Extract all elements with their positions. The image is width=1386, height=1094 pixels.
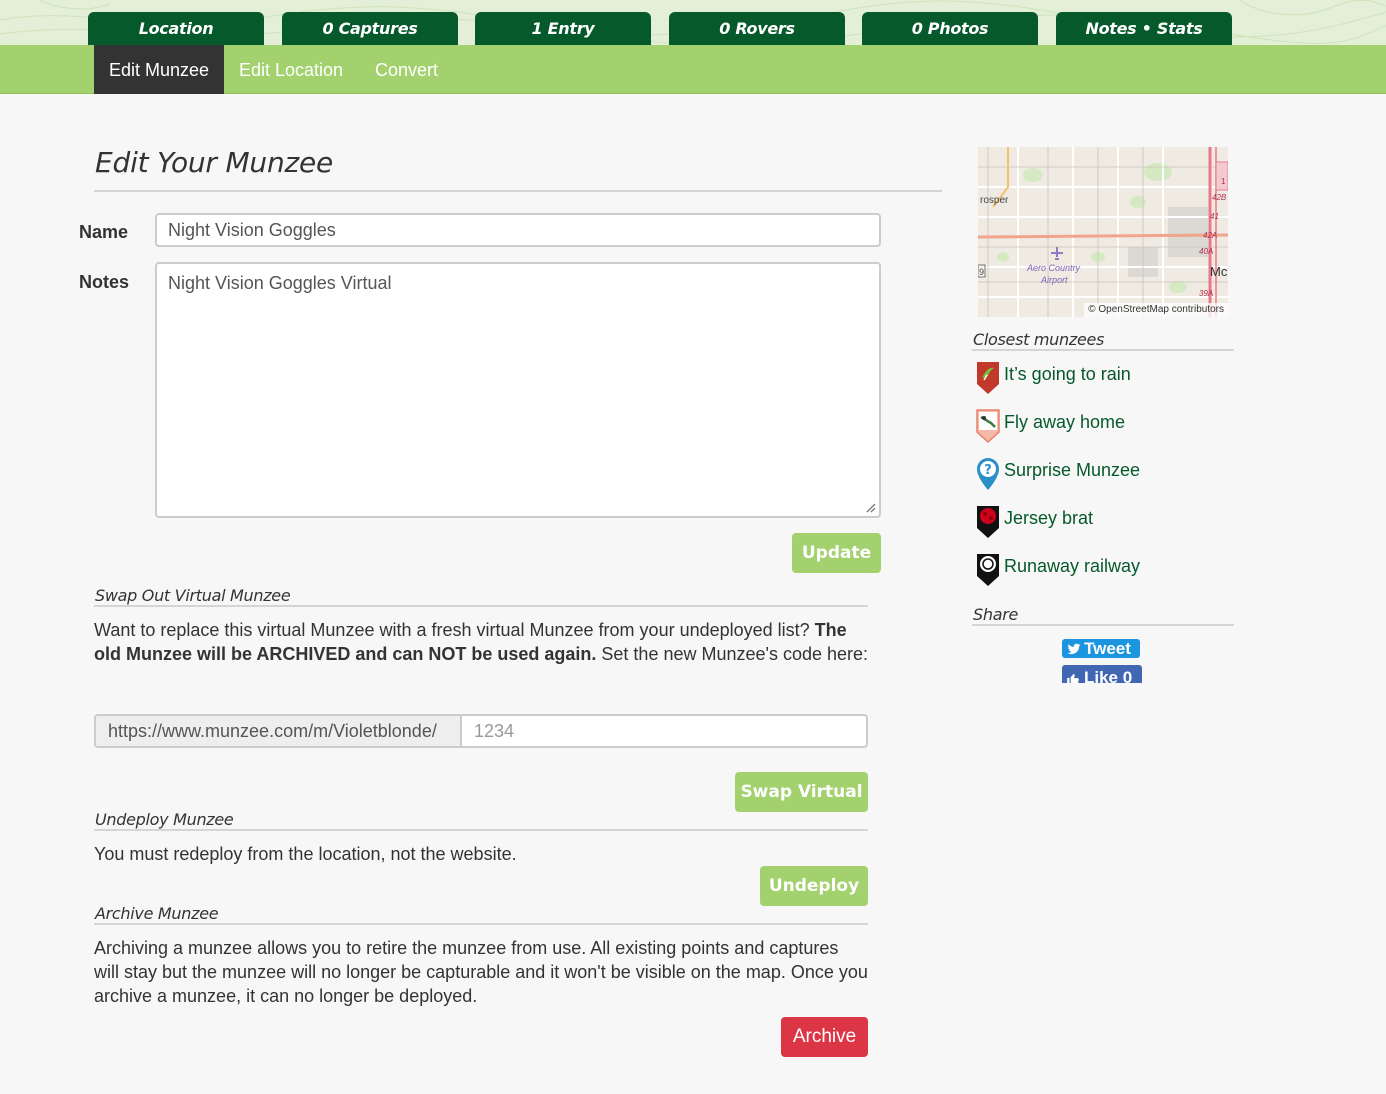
share-divider [972,624,1234,626]
update-button[interactable]: Update [792,533,881,573]
location-map[interactable]: rosper Aero Country Airport Mc 9 42B 41 … [978,147,1228,317]
closest-munzee-item[interactable]: Jersey brat [976,505,1236,539]
munzee-code-input[interactable]: 1234 [460,714,868,748]
swap-description: Want to replace this virtual Munzee with… [94,618,868,666]
surprise-munzee-icon: ? [977,458,999,490]
closest-divider [972,349,1234,351]
share-title: Share [973,605,1019,624]
undeploy-divider [94,829,868,831]
archive-button[interactable]: Archive [781,1017,868,1057]
tab-location[interactable]: Location [88,12,264,45]
archive-divider [94,923,868,925]
closest-munzee-item[interactable]: Runaway railway [976,553,1236,587]
map-label-42a: 42A [1203,231,1218,240]
undeploy-description: You must redeploy from the location, not… [94,844,517,864]
undeploy-button[interactable]: Undeploy [760,866,868,906]
railway-munzee-icon [977,554,999,586]
notes-label: Notes [79,272,130,292]
map-tiles [978,147,1228,317]
name-label: Name [79,222,129,242]
map-attribution[interactable]: © OpenStreetMap contributors [1084,303,1228,317]
munzee-name: Runaway railway [1004,556,1141,576]
tweet-button[interactable]: Tweet [1062,639,1140,658]
tab-captures[interactable]: 0 Captures [282,12,458,45]
tab-photos[interactable]: 0 Photos [862,12,1038,45]
munzee-name: Fly away home [1004,412,1126,432]
name-input[interactable]: Night Vision Goggles [155,213,881,247]
notes-text: Night Vision Goggles Virtual [168,273,392,293]
munzee-name: Jersey brat [1004,508,1094,528]
tweet-label: Tweet [1084,639,1131,658]
subnav-edit-location[interactable]: Edit Location [224,45,358,94]
swap-text-1: Want to replace this virtual Munzee with… [94,620,815,640]
archive-description: Archiving a munzee allows you to retire … [94,938,868,1006]
jersey-brat-munzee-icon [977,506,999,538]
tab-rovers[interactable]: 0 Rovers [669,12,845,45]
map-label-41: 41 [1210,212,1219,221]
thumbs-up-icon [1067,673,1079,683]
map-label-airport-1: Aero Country [1027,263,1081,273]
closest-munzee-item[interactable]: ? Surprise Munzee [976,457,1236,491]
undeploy-section-title: Undeploy Munzee [95,810,234,829]
map-label-1: 1 [1221,177,1226,186]
tab-notes-stats[interactable]: Notes • Stats [1056,12,1232,45]
like-label: Like 0 [1084,668,1133,683]
map-label-42b: 42B [1212,193,1227,202]
swap-divider [94,605,868,607]
top-tabs: Location 0 Captures 1 Entry 0 Rovers 0 P… [0,12,1386,45]
swap-text-2: Set the new Munzee's code here: [596,644,869,664]
closest-munzees-title: Closest munzees [973,330,1105,349]
sub-navigation: Edit Munzee Edit Location Convert [0,45,1386,94]
twitter-bird-icon [1067,643,1081,655]
notes-textarea[interactable]: Night Vision Goggles Virtual [155,262,881,518]
svg-text:?: ? [984,463,992,478]
url-prefix-addon: https://www.munzee.com/m/Violetblonde/ [94,714,461,748]
header-topo-background: Location 0 Captures 1 Entry 0 Rovers 0 P… [0,0,1386,45]
map-label-mc: Mc [1210,264,1228,279]
swap-section-title: Swap Out Virtual Munzee [95,586,291,605]
subnav-edit-munzee[interactable]: Edit Munzee [94,45,225,94]
rain-munzee-icon [977,362,999,394]
munzee-name: Surprise Munzee [1004,460,1141,480]
closest-munzee-item[interactable]: It’s going to rain [976,361,1236,395]
archive-section-title: Archive Munzee [95,904,219,923]
page-title: Edit Your Munzee [95,146,334,179]
map-label-9: 9 [979,267,985,277]
map-label-airport-2: Airport [1041,275,1068,285]
swap-code-group: https://www.munzee.com/m/Violetblonde/ 1… [94,714,868,748]
map-label-40a: 40A [1199,247,1214,256]
resize-handle-icon[interactable] [864,501,876,513]
munzee-name: It’s going to rain [1004,364,1131,384]
subnav-convert[interactable]: Convert [360,45,453,94]
swap-virtual-button[interactable]: Swap Virtual [735,772,868,812]
closest-munzee-item[interactable]: Fly away home [976,409,1236,443]
map-label-39a: 39A [1199,289,1214,298]
map-label-town: rosper [980,195,1009,206]
tab-entry[interactable]: 1 Entry [475,12,651,45]
title-divider [94,190,942,192]
ladybug-munzee-icon [976,409,1000,443]
facebook-like-button[interactable]: Like 0 [1062,665,1142,683]
